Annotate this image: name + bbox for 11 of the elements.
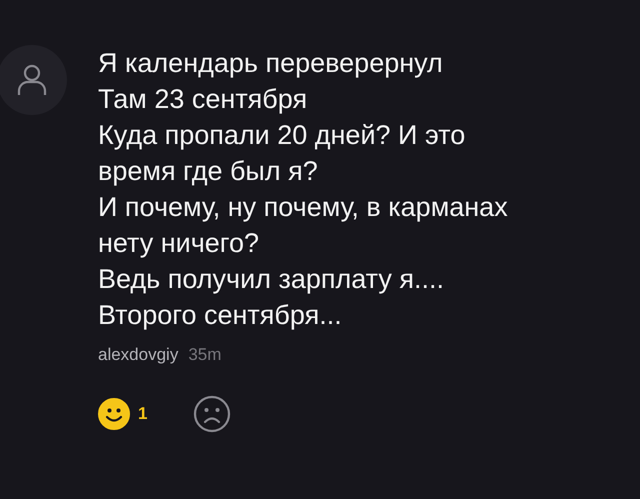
comment-text-line: Я календарь переверернул bbox=[98, 47, 444, 80]
dislike-button[interactable] bbox=[193, 395, 232, 433]
comment-text-line: Там 23 сентября bbox=[98, 83, 308, 116]
comment-text-line: время где был я? bbox=[98, 155, 319, 188]
comment-text-line: нету ничего? bbox=[98, 227, 260, 260]
comment-text-line: Второго сентября... bbox=[98, 299, 343, 332]
author-name[interactable]: alexdovgiy bbox=[98, 345, 178, 364]
comment-text-line: Ведь получил зарплату я.... bbox=[98, 263, 445, 296]
comment-text-line: Куда пропали 20 дней? И это bbox=[98, 119, 466, 152]
comment-time: 35m bbox=[188, 345, 222, 364]
comment-text-line: И почему, ну почему, в карманах bbox=[98, 191, 508, 224]
